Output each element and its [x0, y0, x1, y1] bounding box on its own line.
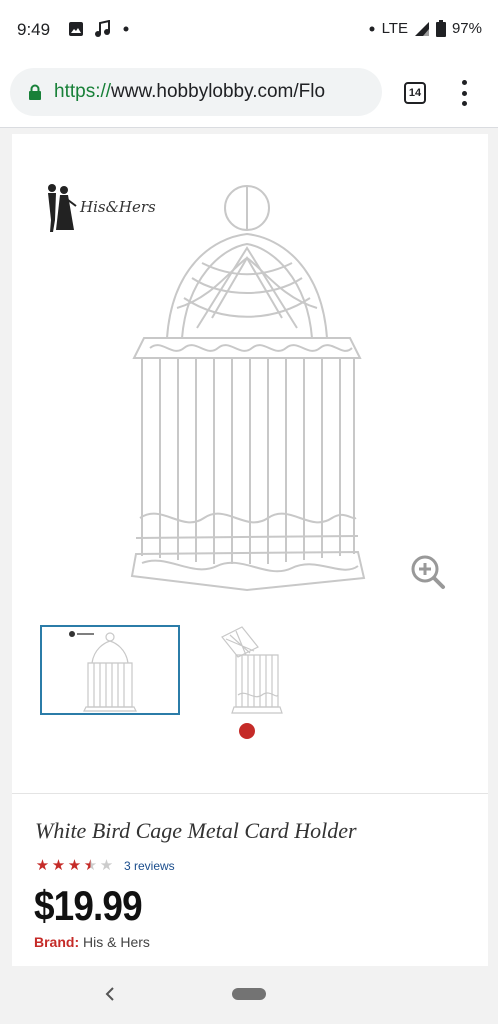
thumbnail-birdcage-closed[interactable] [40, 625, 180, 715]
zoom-icon[interactable] [410, 554, 446, 590]
dot-icon [123, 26, 129, 32]
url-scheme: https:// [54, 81, 112, 102]
star-empty-icon: ★ [99, 857, 114, 874]
status-right: LTE 97% [368, 20, 482, 37]
thumbnail-image [68, 629, 137, 712]
music-note-icon [95, 20, 110, 37]
brand-label: Brand: [34, 934, 80, 950]
home-pill[interactable] [232, 988, 266, 1000]
star-full-icon: ★ [67, 857, 82, 874]
image-icon [69, 22, 83, 36]
battery-percent: 97% [451, 20, 482, 37]
lock-icon [29, 84, 41, 100]
product-main-image[interactable] [122, 178, 372, 598]
product-price: $19.99 [34, 882, 143, 929]
star-half-icon: ★ [83, 857, 98, 874]
brand-row: Brand: His & Hers [34, 934, 150, 950]
address-bar[interactable]: https://www.hobbylobby.com/Flo [10, 68, 382, 116]
url-text: www.hobbylobby.com/Flo [111, 81, 326, 102]
status-time: 9:49 [17, 20, 51, 39]
signal-icon [414, 21, 429, 36]
thumbnail-indicator-dot[interactable] [239, 723, 255, 739]
thumbnail-image [221, 626, 283, 714]
dot-icon [369, 26, 375, 31]
thumbnail-birdcage-open[interactable] [202, 625, 342, 715]
brand-value[interactable]: His & Hers [83, 934, 150, 950]
menu-dots-icon[interactable] [458, 80, 470, 106]
product-gallery: His&Hers [12, 134, 488, 794]
reviews-link[interactable]: 3 reviews [124, 859, 175, 873]
product-title: White Bird Cage Metal Card Holder [35, 818, 357, 843]
status-bar: 9:49 LTE 97% [0, 0, 498, 60]
star-full-icon: ★ [51, 857, 66, 874]
star-full-icon: ★ [35, 857, 50, 874]
network-type: LTE [381, 20, 408, 37]
star-rating: ★ ★ ★ ★ ★ [35, 858, 114, 874]
tab-switcher-button[interactable]: 14 [404, 82, 426, 104]
browser-toolbar: https://www.hobbylobby.com/Flo 14 [0, 60, 498, 128]
battery-icon [435, 20, 446, 37]
notification-icons [68, 20, 130, 38]
product-page: His&Hers White Bird Cage Metal Card Hold… [12, 134, 488, 966]
back-icon[interactable] [100, 982, 120, 1006]
rating-row[interactable]: ★ ★ ★ ★ ★ 3 reviews [35, 858, 175, 874]
system-nav-bar [0, 966, 498, 1024]
